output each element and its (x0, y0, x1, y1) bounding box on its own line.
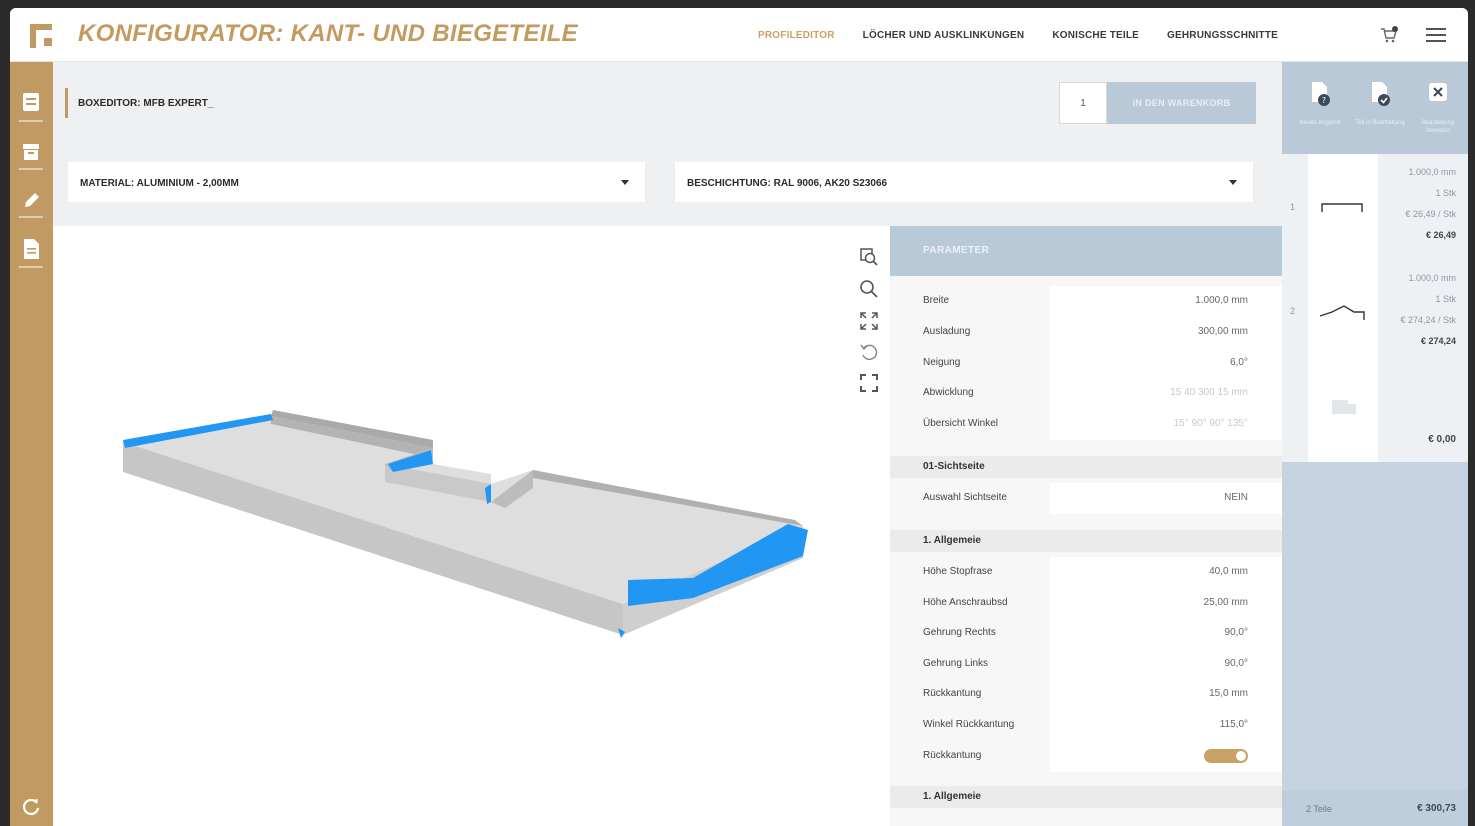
section-header[interactable]: 1. Allgemeie (890, 530, 1282, 552)
material-select[interactable]: MATERIAL: ALUMINIUM - 2,00MM (68, 162, 645, 202)
section-header[interactable]: 01-Sichtseite (890, 456, 1282, 478)
param-row[interactable]: Breite 1.000,0 mm (890, 286, 1282, 317)
fullscreen-icon[interactable] (858, 372, 880, 394)
right-panel-actions: ? Neues Angebot Teil in Bearbeitung Bear… (1282, 62, 1468, 154)
rueckkantung-toggle[interactable] (1204, 749, 1248, 763)
param-row[interactable]: Ausladung 300,00 mm (890, 317, 1282, 348)
profile-thumbnail-icon (1321, 203, 1363, 212)
editor-toolbar: BOXEDITOR: MFB EXPERT_ 1 IN DEN WARENKOR… (53, 62, 1282, 142)
cart-footer: 2 Teile € 300,73 (1282, 790, 1468, 826)
section-header[interactable]: 1. Allgemeie (890, 786, 1282, 808)
nav-konische-teile[interactable]: KONISCHE TEILE (1052, 30, 1139, 41)
param-row[interactable]: Gehrung Links 90,0° (890, 649, 1282, 680)
top-nav: PROFILEDITOR LÖCHER UND AUSKLINKUNGEN KO… (758, 30, 1278, 41)
nav-loecher[interactable]: LÖCHER UND AUSKLINKUNGEN (863, 30, 1025, 41)
empty-slot[interactable] (1308, 374, 1378, 462)
nav-gehrungsschnitte[interactable]: GEHRUNGSSCHNITTE (1167, 30, 1278, 41)
chevron-down-icon (1229, 180, 1237, 185)
archive-icon[interactable] (21, 142, 41, 164)
top-header: KONFIGURATOR: KANT- UND BIEGETEILE PROFI… (10, 8, 1468, 62)
close-icon (1429, 83, 1447, 101)
right-panel: ? Neues Angebot Teil in Bearbeitung Bear… (1282, 62, 1468, 826)
param-row[interactable]: Gehrung Rechts 90,0° (890, 618, 1282, 649)
logo-icon (30, 24, 52, 48)
3d-viewport[interactable] (53, 226, 890, 826)
truck-icon (1332, 400, 1356, 414)
close-edit-button[interactable]: Bearbeitung beenden (1413, 80, 1463, 135)
item-number: 1 (1290, 202, 1296, 212)
param-row[interactable]: Höhe Anschraubsd 25,00 mm (890, 588, 1282, 619)
param-row[interactable]: Rückkantung (890, 741, 1282, 772)
param-row[interactable]: Winkel Rückkantung 115,0° (890, 710, 1282, 741)
item-price: 1.000,0 mm 1 Stk € 26,49 / Stk € 26,49 (1405, 167, 1456, 240)
add-to-cart-button[interactable]: IN DEN WARENKORB (1107, 82, 1256, 124)
coating-select-value: BESCHICHTUNG: RAL 9006, AK20 S23066 (687, 178, 888, 189)
nav-profileditor[interactable]: PROFILEDITOR (758, 30, 835, 41)
refresh-icon[interactable] (21, 796, 41, 818)
document-list-icon[interactable] (21, 92, 41, 114)
new-offer-button[interactable]: ? Neues Angebot (1295, 80, 1345, 127)
item-price: 1.000,0 mm 1 Stk € 274,24 / Stk € 274,24 (1400, 273, 1456, 346)
part-thumbnail[interactable] (1308, 264, 1378, 374)
profile-thumbnail-icon (1319, 305, 1365, 320)
material-select-value: MATERIAL: ALUMINIUM - 2,00MM (80, 178, 239, 189)
3d-model (123, 410, 808, 638)
parameter-header: PARAMETER (890, 226, 1282, 276)
item-number: 2 (1290, 306, 1296, 316)
param-row: Übersicht Winkel 15° 90° 90° 135° (890, 409, 1282, 440)
file-question-icon: ? (1312, 82, 1330, 106)
reset-view-icon[interactable] (858, 342, 880, 364)
param-row: Abwicklung 15 40 300 15 mm (890, 378, 1282, 409)
parts-list: 1 1.000,0 mm 1 Stk € 26,49 / Stk € 26,49… (1282, 154, 1468, 462)
zoom-fit-icon[interactable] (858, 246, 880, 268)
param-row[interactable]: Neigung 6,0° (890, 348, 1282, 379)
cart-total: € 300,73 (1417, 803, 1456, 814)
file-check-icon (1372, 82, 1390, 106)
cart-icon[interactable] (1380, 26, 1398, 44)
empty-slot-total: € 0,00 (1428, 434, 1456, 445)
chevron-down-icon (621, 180, 629, 185)
part-thumbnail[interactable] (1308, 154, 1378, 264)
param-row[interactable]: Auswahl Sichtseite NEIN (890, 483, 1282, 514)
param-row[interactable]: Höhe Stopfrase 40,0 mm (890, 557, 1282, 588)
parts-count: 2 Teile (1306, 804, 1332, 814)
svg-text:?: ? (1322, 96, 1326, 105)
quantity-input[interactable]: 1 (1059, 82, 1107, 124)
part-in-progress-button[interactable]: Teil in Bearbeitung (1355, 80, 1405, 127)
expand-icon[interactable] (858, 310, 880, 332)
zoom-icon[interactable] (858, 278, 880, 300)
hamburger-menu-icon[interactable] (1426, 28, 1446, 42)
breadcrumb: BOXEDITOR: MFB EXPERT_ (78, 98, 214, 109)
coating-select[interactable]: BESCHICHTUNG: RAL 9006, AK20 S23066 (675, 162, 1253, 202)
app-window: KONFIGURATOR: KANT- UND BIEGETEILE PROFI… (10, 8, 1468, 826)
app-title: KONFIGURATOR: KANT- UND BIEGETEILE (78, 20, 578, 47)
pencil-icon[interactable] (21, 190, 41, 212)
file-icon[interactable] (21, 238, 41, 260)
dropdown-row: MATERIAL: ALUMINIUM - 2,00MM BESCHICHTUN… (53, 142, 1282, 226)
left-sidebar (10, 62, 53, 826)
parameter-panel: PARAMETER Breite 1.000,0 mm Ausladung 300,… (890, 226, 1282, 826)
param-row[interactable]: Rückkantung 15,0 mm (890, 679, 1282, 710)
